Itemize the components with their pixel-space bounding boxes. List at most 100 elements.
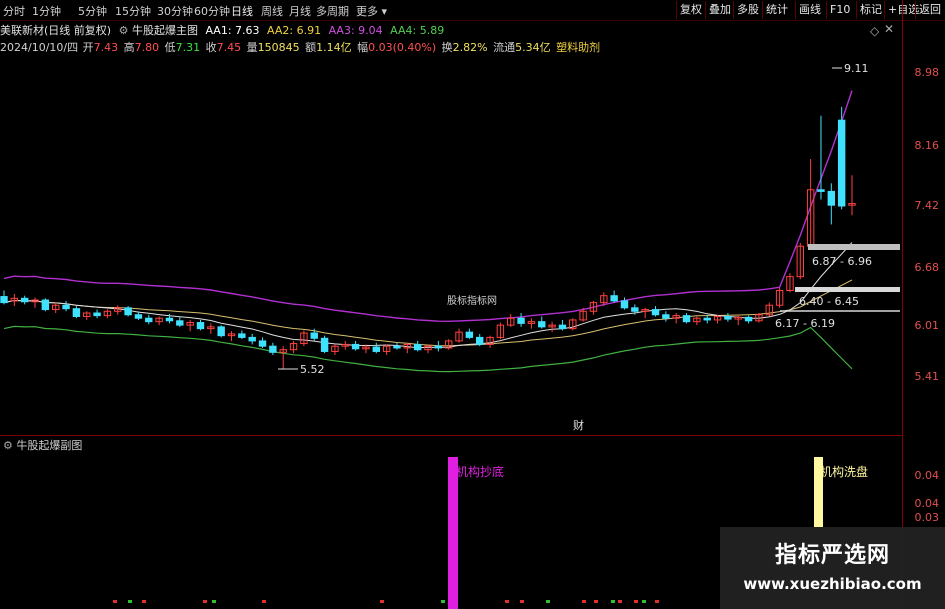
- candle: [527, 318, 536, 329]
- candle: [238, 330, 246, 340]
- candle: [713, 314, 722, 324]
- candle-body: [269, 345, 277, 353]
- candle-body: [558, 324, 567, 330]
- candle-body: [682, 315, 691, 323]
- peak-label: 9.11: [844, 62, 869, 75]
- candle: [827, 183, 836, 225]
- sub-tick-label: 0.03: [914, 511, 940, 524]
- candle: [10, 293, 19, 307]
- sub-signal-dot: [441, 600, 445, 603]
- candle: [393, 342, 401, 350]
- candle: [351, 340, 360, 351]
- candle-body: [217, 326, 225, 337]
- candle-body: [651, 309, 660, 316]
- candle-body: [703, 317, 711, 321]
- candle: [248, 333, 256, 345]
- candle: [279, 346, 287, 369]
- sub-panel-title[interactable]: ⚙ 牛股起爆副图: [3, 437, 82, 453]
- candle: [476, 333, 484, 347]
- sub-signal-dot: [262, 600, 266, 603]
- candle-body: [165, 317, 174, 322]
- price-chart[interactable]: 6.87 - 6.96 6.40 - 6.45 6.17 - 6.19 9.11 5.5…: [0, 0, 903, 609]
- candle-body: [837, 119, 846, 207]
- candle-body: [744, 316, 753, 322]
- candle: [444, 339, 453, 350]
- candle: [52, 302, 60, 314]
- candle: [196, 319, 205, 331]
- candle-body: [20, 297, 29, 303]
- candle: [724, 313, 732, 322]
- candle-body: [351, 343, 360, 350]
- candle: [775, 287, 784, 308]
- candle-body: [93, 312, 101, 317]
- sub-signal-dot: [505, 600, 509, 603]
- sub-signal-dot: [582, 600, 586, 603]
- candle: [320, 335, 329, 354]
- candle: [145, 314, 153, 325]
- resistance-zone-1: [808, 244, 900, 250]
- candle: [765, 302, 773, 317]
- candle: [372, 342, 380, 354]
- sub-signal-dot: [113, 600, 117, 603]
- candle-body: [465, 331, 474, 338]
- ma-white-line: [3, 242, 853, 349]
- candle: [103, 309, 112, 319]
- candle: [465, 328, 474, 340]
- candle: [176, 316, 184, 327]
- candle: [83, 311, 91, 320]
- candle: [548, 321, 556, 333]
- cai-mark-label: 财: [573, 418, 584, 432]
- sub-tick-label: 0.04: [914, 497, 940, 510]
- zone3-label: 6.17 - 6.19: [775, 317, 835, 330]
- price-tick-label: 6.01: [914, 319, 940, 332]
- candle-body: [124, 307, 132, 316]
- sub-panel-title-label: 牛股起爆副图: [16, 439, 83, 452]
- candle-body: [538, 321, 546, 328]
- candle: [258, 337, 267, 348]
- price-tick-label: 6.68: [914, 261, 940, 274]
- sub-signal-dot: [520, 600, 524, 603]
- candle: [72, 306, 81, 319]
- candle-body: [476, 336, 484, 345]
- candle: [848, 175, 856, 216]
- candle: [796, 242, 804, 280]
- candle: [155, 316, 163, 326]
- candle: [434, 340, 443, 352]
- candle: [403, 342, 412, 354]
- candle: [538, 316, 546, 329]
- candle: [682, 313, 691, 324]
- candle-body: [196, 322, 205, 330]
- site-watermark: 指标严选网 www.xuezhibiao.com: [720, 527, 945, 609]
- candle-body: [817, 189, 825, 192]
- candle: [610, 290, 618, 303]
- candle: [289, 340, 298, 354]
- price-axis: 8.98 8.16 7.42 6.68 6.01 5.41 0.04 0.04 0.03: [902, 0, 945, 609]
- candle: [413, 340, 422, 352]
- candle: [558, 319, 567, 331]
- candle: [186, 319, 194, 332]
- candle: [620, 297, 629, 310]
- price-tick-label: 8.16: [914, 139, 940, 152]
- zone2-label: 6.40 - 6.45: [799, 295, 859, 308]
- gear-icon: ⚙: [3, 439, 13, 452]
- price-tick-label: 7.42: [914, 199, 940, 212]
- candle: [817, 115, 825, 200]
- candle-body: [517, 317, 525, 324]
- price-tick-label: 8.98: [914, 66, 940, 79]
- candle-body: [134, 314, 143, 319]
- candle: [734, 314, 742, 326]
- candle: [20, 295, 29, 305]
- price-tick-label: 5.41: [914, 370, 940, 383]
- candle-body: [413, 343, 422, 351]
- candle: [217, 325, 225, 338]
- watermark-title: 指标严选网: [774, 543, 890, 568]
- candle-body: [631, 307, 639, 312]
- candle-body: [372, 346, 380, 352]
- candle: [269, 342, 277, 355]
- candle-body: [62, 304, 70, 310]
- sub-signal-dot: [142, 600, 146, 603]
- candle: [62, 300, 70, 312]
- candle-body: [258, 340, 267, 347]
- sub-signal-dot: [128, 600, 132, 603]
- candle: [507, 313, 515, 327]
